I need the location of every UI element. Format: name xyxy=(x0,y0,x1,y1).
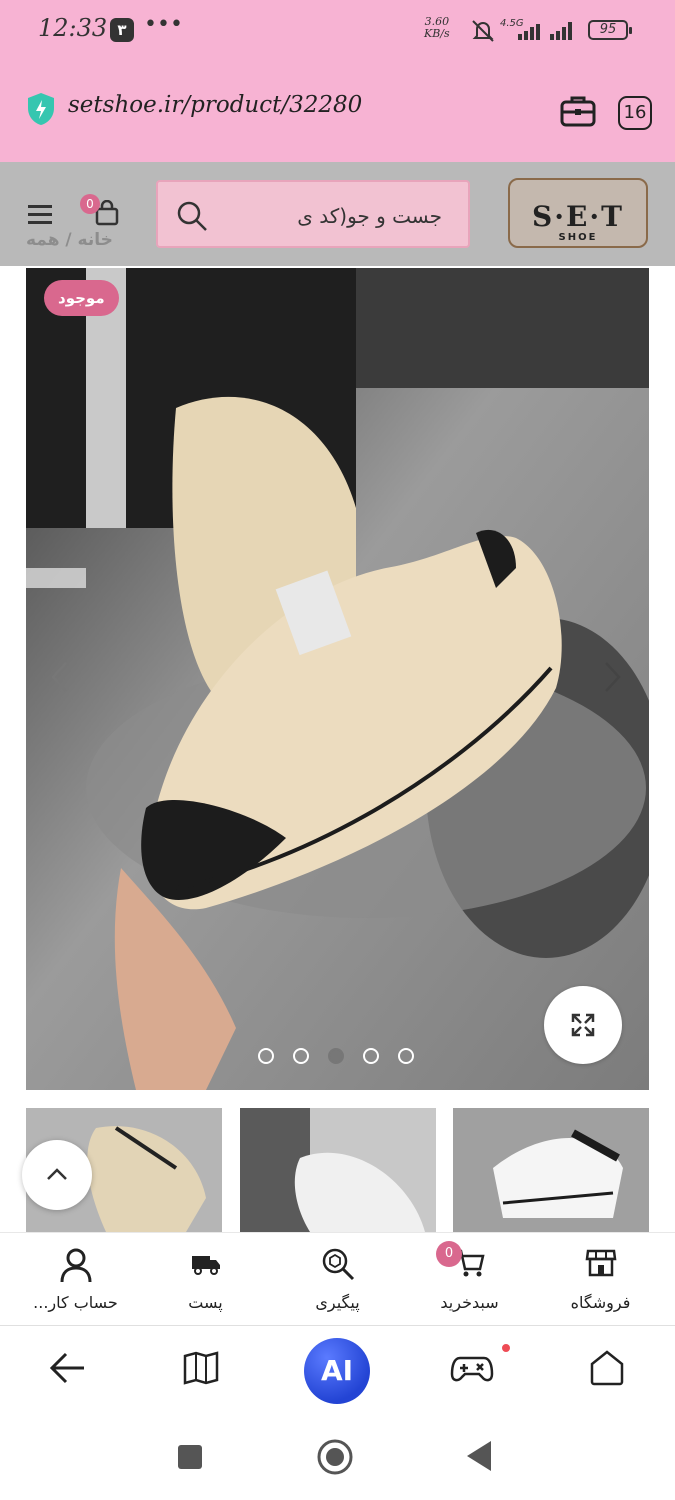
carousel-dot[interactable] xyxy=(363,1048,379,1064)
network-speed: 3.60 KB/s xyxy=(424,16,450,40)
nav-item-post[interactable]: پست xyxy=(138,1233,273,1327)
book-icon[interactable] xyxy=(182,1348,220,1392)
browser-toolbar: AI xyxy=(0,1326,675,1416)
chevron-right-icon[interactable] xyxy=(600,660,624,698)
product-photo xyxy=(26,268,649,1090)
in-stock-badge: موجود xyxy=(44,280,119,316)
nav-item-tracking[interactable]: پیگیری xyxy=(270,1233,405,1327)
carousel-dot[interactable] xyxy=(293,1048,309,1064)
search-icon[interactable] xyxy=(176,200,208,236)
site-header: 0 جست و جو(کد ی S·E·T SHOE خانه / همه xyxy=(0,162,675,266)
back-arrow-icon[interactable] xyxy=(48,1348,86,1392)
status-time: 12:33 xyxy=(38,14,108,42)
mute-bell-icon xyxy=(470,18,496,48)
thumbnail-image[interactable] xyxy=(453,1108,649,1232)
status-bar: 12:33 ۳ ••• 3.60 KB/s 4.5G 95 xyxy=(0,0,675,60)
nav-item-account[interactable]: حساب کار... xyxy=(8,1233,143,1327)
thumbnail-image[interactable] xyxy=(240,1108,436,1232)
nav-item-label: فروشگاه xyxy=(570,1293,631,1312)
product-image-gallery[interactable]: موجود xyxy=(26,268,649,1090)
tab-count-button[interactable]: 16 xyxy=(618,96,652,130)
recents-square-icon[interactable] xyxy=(177,1444,203,1474)
search-placeholder: جست و جو(کد ی xyxy=(297,204,442,228)
nav-item-label: سبدخرید xyxy=(440,1293,499,1312)
system-navigation-bar xyxy=(0,1416,675,1500)
nav-item-label: پیگیری xyxy=(315,1293,360,1312)
nav-item-cart[interactable]: سبدخرید xyxy=(402,1233,537,1327)
logo-text: S·E·T xyxy=(532,200,624,233)
nav-item-store[interactable]: فروشگاه xyxy=(533,1233,668,1327)
carousel-dot[interactable] xyxy=(258,1048,274,1064)
carousel-dot[interactable] xyxy=(398,1048,414,1064)
carousel-dot[interactable] xyxy=(328,1048,344,1064)
scroll-to-top-button[interactable] xyxy=(22,1140,92,1210)
notification-dot xyxy=(502,1344,510,1352)
tracking-icon xyxy=(321,1247,355,1285)
fullscreen-button[interactable] xyxy=(544,986,622,1064)
hamburger-menu-icon[interactable] xyxy=(28,204,52,228)
speed-unit: KB/s xyxy=(424,27,450,40)
home-icon[interactable] xyxy=(588,1348,626,1392)
signal-icon xyxy=(550,22,578,44)
search-input[interactable]: جست و جو(کد ی xyxy=(156,180,470,248)
thumbnail-strip xyxy=(26,1108,649,1232)
nav-item-label: پست xyxy=(188,1293,223,1312)
logo-subtext: SHOE xyxy=(558,232,598,243)
breadcrumb[interactable]: خانه / همه xyxy=(26,230,113,250)
ai-assistant-button[interactable]: AI xyxy=(304,1338,370,1404)
site-logo[interactable]: S·E·T SHOE xyxy=(508,178,648,248)
home-circle-icon[interactable] xyxy=(316,1438,354,1480)
store-icon xyxy=(585,1247,617,1283)
signal-icon xyxy=(518,22,546,44)
battery-indicator: 95 xyxy=(588,20,632,40)
user-icon xyxy=(59,1247,93,1287)
address-bar[interactable]: setshoe.ir/product/32280 16 xyxy=(0,80,675,142)
nav-item-label: حساب کار... xyxy=(33,1293,118,1312)
cart-count-badge: 0 xyxy=(436,1241,462,1267)
expand-icon xyxy=(571,1013,595,1037)
browser-chrome: 12:33 ۳ ••• 3.60 KB/s 4.5G 95 setshoe.ir… xyxy=(0,0,675,162)
more-notifications-icon: ••• xyxy=(144,12,183,37)
chevron-up-icon xyxy=(47,1168,67,1180)
gamepad-icon[interactable] xyxy=(450,1348,494,1392)
chevron-left-icon[interactable] xyxy=(48,660,72,698)
truck-icon xyxy=(190,1247,222,1283)
cart-count-badge: 0 xyxy=(80,194,100,214)
url-text[interactable]: setshoe.ir/product/32280 xyxy=(68,92,362,118)
site-bottom-nav: فروشگاه سبدخرید 0 پیگیری پست حساب کار... xyxy=(0,1232,675,1326)
notification-badge: ۳ xyxy=(110,18,134,42)
back-triangle-icon[interactable] xyxy=(466,1440,492,1476)
briefcase-icon[interactable] xyxy=(560,94,596,132)
secure-shield-icon[interactable] xyxy=(26,92,56,130)
